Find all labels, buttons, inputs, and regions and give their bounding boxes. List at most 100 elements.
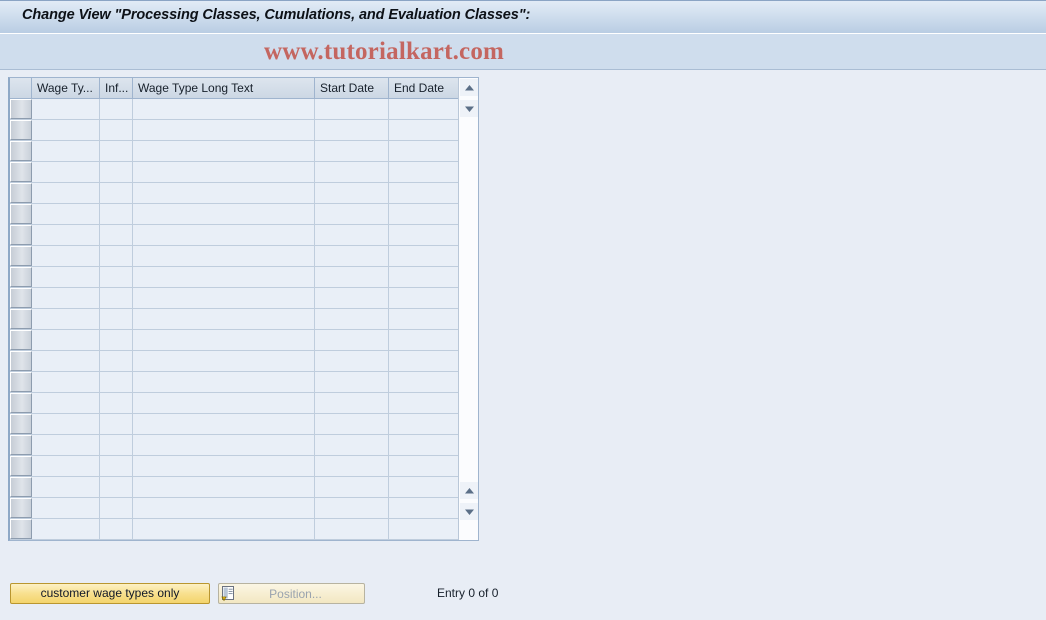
table-body[interactable] <box>10 99 478 540</box>
row-selector-button[interactable] <box>10 372 32 392</box>
cell-infotype[interactable] <box>100 477 133 497</box>
cell-wage_type[interactable] <box>32 414 100 434</box>
cell-start_date[interactable] <box>315 120 389 140</box>
row-selector-button[interactable] <box>10 204 32 224</box>
cell-infotype[interactable] <box>100 204 133 224</box>
cell-wage_type[interactable] <box>32 225 100 245</box>
position-button[interactable]: Position... <box>218 583 365 604</box>
cell-start_date[interactable] <box>315 393 389 413</box>
cell-wage_type[interactable] <box>32 456 100 476</box>
cell-long_text[interactable] <box>133 519 315 539</box>
table-row[interactable] <box>10 519 478 540</box>
cell-end_date[interactable] <box>389 372 461 392</box>
table-row[interactable] <box>10 435 478 456</box>
cell-long_text[interactable] <box>133 498 315 518</box>
cell-long_text[interactable] <box>133 288 315 308</box>
cell-infotype[interactable] <box>100 393 133 413</box>
table-row[interactable] <box>10 204 478 225</box>
row-selector-button[interactable] <box>10 477 32 497</box>
cell-start_date[interactable] <box>315 330 389 350</box>
cell-start_date[interactable] <box>315 309 389 329</box>
cell-long_text[interactable] <box>133 330 315 350</box>
cell-long_text[interactable] <box>133 204 315 224</box>
cell-start_date[interactable] <box>315 351 389 371</box>
cell-start_date[interactable] <box>315 519 389 539</box>
cell-end_date[interactable] <box>389 393 461 413</box>
row-selector-button[interactable] <box>10 519 32 539</box>
column-header-end_date[interactable]: End Date <box>389 78 461 98</box>
cell-end_date[interactable] <box>389 204 461 224</box>
cell-long_text[interactable] <box>133 246 315 266</box>
row-selector-button[interactable] <box>10 183 32 203</box>
cell-infotype[interactable] <box>100 246 133 266</box>
cell-wage_type[interactable] <box>32 435 100 455</box>
cell-end_date[interactable] <box>389 162 461 182</box>
row-selector-button[interactable] <box>10 309 32 329</box>
cell-infotype[interactable] <box>100 120 133 140</box>
cell-infotype[interactable] <box>100 141 133 161</box>
table-row[interactable] <box>10 477 478 498</box>
cell-start_date[interactable] <box>315 372 389 392</box>
table-row[interactable] <box>10 351 478 372</box>
row-selector-button[interactable] <box>10 141 32 161</box>
cell-wage_type[interactable] <box>32 351 100 371</box>
cell-wage_type[interactable] <box>32 519 100 539</box>
cell-wage_type[interactable] <box>32 183 100 203</box>
table-row[interactable] <box>10 99 478 120</box>
table-row[interactable] <box>10 162 478 183</box>
cell-infotype[interactable] <box>100 435 133 455</box>
cell-end_date[interactable] <box>389 183 461 203</box>
cell-end_date[interactable] <box>389 288 461 308</box>
cell-long_text[interactable] <box>133 141 315 161</box>
cell-end_date[interactable] <box>389 498 461 518</box>
cell-end_date[interactable] <box>389 267 461 287</box>
cell-wage_type[interactable] <box>32 288 100 308</box>
cell-start_date[interactable] <box>315 435 389 455</box>
cell-end_date[interactable] <box>389 225 461 245</box>
row-selector-button[interactable] <box>10 288 32 308</box>
cell-long_text[interactable] <box>133 372 315 392</box>
column-header-infotype[interactable]: Inf... <box>100 78 133 98</box>
row-selector-button[interactable] <box>10 120 32 140</box>
cell-wage_type[interactable] <box>32 204 100 224</box>
table-row[interactable] <box>10 267 478 288</box>
cell-end_date[interactable] <box>389 330 461 350</box>
table-row[interactable] <box>10 330 478 351</box>
cell-wage_type[interactable] <box>32 141 100 161</box>
scroll-down-top-button[interactable] <box>460 100 478 117</box>
cell-end_date[interactable] <box>389 246 461 266</box>
cell-infotype[interactable] <box>100 267 133 287</box>
table-row[interactable] <box>10 372 478 393</box>
scroll-down-bottom-button[interactable] <box>460 503 478 520</box>
column-header-start_date[interactable]: Start Date <box>315 78 389 98</box>
cell-long_text[interactable] <box>133 351 315 371</box>
row-selector-button[interactable] <box>10 456 32 476</box>
cell-long_text[interactable] <box>133 225 315 245</box>
table-row[interactable] <box>10 288 478 309</box>
cell-long_text[interactable] <box>133 99 315 119</box>
cell-infotype[interactable] <box>100 351 133 371</box>
cell-start_date[interactable] <box>315 288 389 308</box>
table-row[interactable] <box>10 120 478 141</box>
scroll-up-top-button[interactable] <box>460 79 478 96</box>
table-row[interactable] <box>10 225 478 246</box>
cell-wage_type[interactable] <box>32 120 100 140</box>
customer-wage-types-only-button[interactable]: customer wage types only <box>10 583 210 604</box>
cell-infotype[interactable] <box>100 225 133 245</box>
cell-infotype[interactable] <box>100 309 133 329</box>
cell-end_date[interactable] <box>389 456 461 476</box>
cell-infotype[interactable] <box>100 456 133 476</box>
cell-wage_type[interactable] <box>32 309 100 329</box>
cell-start_date[interactable] <box>315 162 389 182</box>
cell-infotype[interactable] <box>100 519 133 539</box>
row-selector-button[interactable] <box>10 162 32 182</box>
cell-wage_type[interactable] <box>32 498 100 518</box>
cell-start_date[interactable] <box>315 498 389 518</box>
table-vertical-scrollbar[interactable] <box>458 78 478 540</box>
row-selector-button[interactable] <box>10 225 32 245</box>
cell-start_date[interactable] <box>315 204 389 224</box>
cell-infotype[interactable] <box>100 162 133 182</box>
cell-end_date[interactable] <box>389 435 461 455</box>
cell-wage_type[interactable] <box>32 267 100 287</box>
cell-start_date[interactable] <box>315 246 389 266</box>
